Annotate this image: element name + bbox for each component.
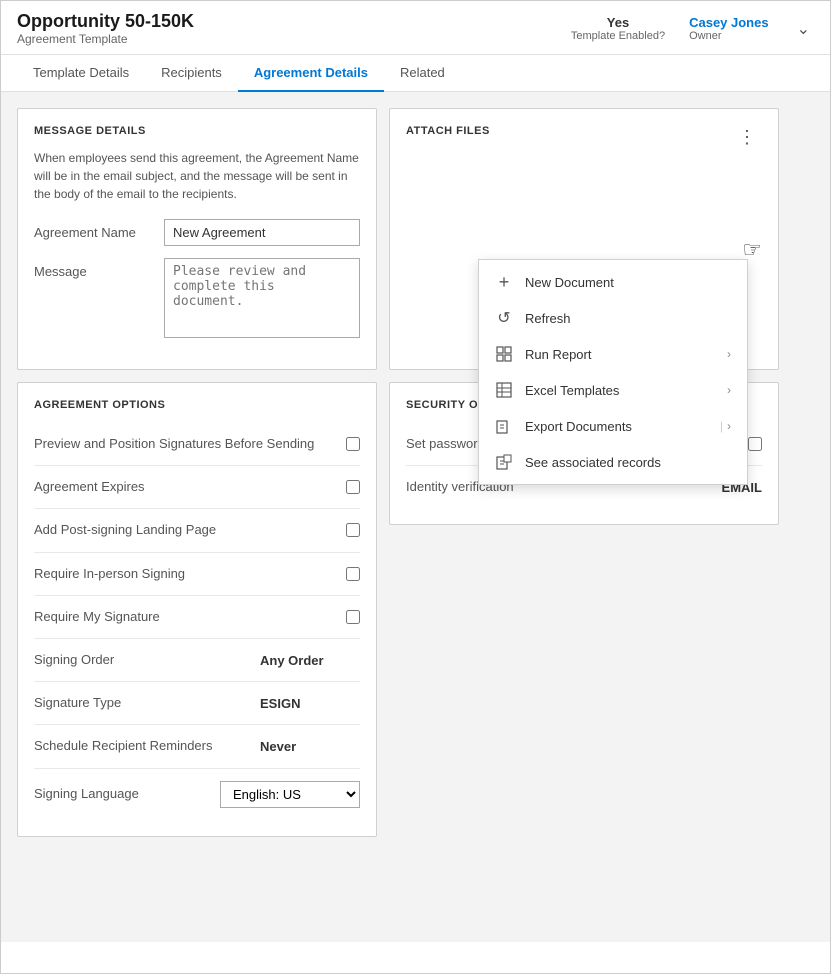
new-document-icon: + <box>495 273 513 291</box>
option-post-signing-checkbox[interactable] <box>346 523 360 537</box>
security-password-pdf-checkbox[interactable] <box>748 437 762 451</box>
agreement-name-row: Agreement Name <box>34 219 360 246</box>
agreement-name-field <box>164 219 360 246</box>
agreement-name-label: Agreement Name <box>34 219 164 240</box>
agreement-options-panel: AGREEMENT OPTIONS Preview and Position S… <box>17 382 377 837</box>
option-signing-order: Signing Order Any Order <box>34 639 360 682</box>
dropdown-item-export-documents[interactable]: Export Documents | › <box>479 408 747 444</box>
page-subtitle: Agreement Template <box>17 32 194 46</box>
option-preview-position: Preview and Position Signatures Before S… <box>34 423 360 466</box>
message-textarea[interactable] <box>164 258 360 338</box>
export-documents-icon <box>495 417 513 435</box>
run-report-label: Run Report <box>525 347 591 362</box>
template-enabled-label: Template Enabled? <box>571 30 665 42</box>
option-my-signature: Require My Signature <box>34 596 360 639</box>
message-row: Message <box>34 258 360 341</box>
excel-templates-chevron: › <box>727 383 731 397</box>
option-reminders: Schedule Recipient Reminders Never <box>34 725 360 768</box>
dropdown-item-excel-templates[interactable]: Excel Templates › <box>479 372 747 408</box>
page-header: Opportunity 50-150K Agreement Template Y… <box>1 1 830 55</box>
option-agreement-expires-checkbox[interactable] <box>346 480 360 494</box>
template-enabled-value: Yes <box>571 15 665 30</box>
option-agreement-expires: Agreement Expires <box>34 466 360 509</box>
attach-files-panel: ATTACH FILES ⋮ + New Document ↺ Refresh <box>389 108 779 370</box>
see-associated-label: See associated records <box>525 455 661 470</box>
option-signing-language: Signing Language English: US French Germ… <box>34 769 360 820</box>
option-in-person-checkbox[interactable] <box>346 567 360 581</box>
option-signature-type-value: ESIGN <box>260 696 360 711</box>
excel-templates-label: Excel Templates <box>525 383 619 398</box>
tab-recipients[interactable]: Recipients <box>145 55 238 92</box>
page-title: Opportunity 50-150K <box>17 11 194 32</box>
more-options-button[interactable]: ⋮ <box>732 126 762 148</box>
option-preview-position-label: Preview and Position Signatures Before S… <box>34 435 346 453</box>
export-divider: | <box>720 419 723 433</box>
tab-template-details[interactable]: Template Details <box>17 55 145 92</box>
option-agreement-expires-label: Agreement Expires <box>34 478 346 496</box>
option-signature-type: Signature Type ESIGN <box>34 682 360 725</box>
message-label: Message <box>34 258 164 279</box>
agreement-options-title: AGREEMENT OPTIONS <box>34 399 360 411</box>
owner-name[interactable]: Casey Jones <box>689 15 769 30</box>
tabs-bar: Template Details Recipients Agreement De… <box>1 55 830 92</box>
message-details-title: MESSAGE DETAILS <box>34 125 360 137</box>
option-post-signing-label: Add Post-signing Landing Page <box>34 521 346 539</box>
header-chevron-button[interactable]: ⌄ <box>793 15 814 43</box>
run-report-icon <box>495 345 513 363</box>
new-document-label: New Document <box>525 275 614 290</box>
agreement-name-input[interactable] <box>164 219 360 246</box>
dropdown-item-new-document[interactable]: + New Document <box>479 264 747 300</box>
message-details-panel: MESSAGE DETAILS When employees send this… <box>17 108 377 370</box>
option-in-person: Require In-person Signing <box>34 553 360 596</box>
tab-related[interactable]: Related <box>384 55 461 92</box>
header-right-section: Yes Template Enabled? Casey Jones Owner … <box>571 15 814 43</box>
option-signing-language-label: Signing Language <box>34 785 220 803</box>
owner-section: Casey Jones Owner <box>689 15 769 42</box>
option-my-signature-label: Require My Signature <box>34 608 346 626</box>
option-preview-position-checkbox[interactable] <box>346 437 360 451</box>
owner-label: Owner <box>689 30 769 42</box>
option-signing-language-select[interactable]: English: US French German Spanish <box>220 781 360 808</box>
dropdown-menu: + New Document ↺ Refresh <box>478 259 748 485</box>
option-signing-order-value: Any Order <box>260 653 360 668</box>
option-signing-order-label: Signing Order <box>34 651 260 669</box>
option-my-signature-checkbox[interactable] <box>346 610 360 624</box>
export-documents-chevron: › <box>727 419 731 433</box>
run-report-chevron: › <box>727 347 731 361</box>
main-content: MESSAGE DETAILS When employees send this… <box>1 92 830 942</box>
option-reminders-label: Schedule Recipient Reminders <box>34 737 260 755</box>
attach-files-title: ATTACH FILES <box>406 125 490 137</box>
dropdown-item-run-report[interactable]: Run Report › <box>479 336 747 372</box>
see-associated-icon <box>495 453 513 471</box>
export-documents-label: Export Documents <box>525 419 632 434</box>
attach-files-header: ATTACH FILES ⋮ <box>406 125 762 149</box>
refresh-icon: ↺ <box>495 309 513 327</box>
dropdown-item-see-associated[interactable]: See associated records <box>479 444 747 480</box>
header-title-section: Opportunity 50-150K Agreement Template <box>17 11 194 46</box>
option-signature-type-label: Signature Type <box>34 694 260 712</box>
excel-templates-icon <box>495 381 513 399</box>
message-description: When employees send this agreement, the … <box>34 149 360 203</box>
dropdown-item-refresh[interactable]: ↺ Refresh <box>479 300 747 336</box>
option-in-person-label: Require In-person Signing <box>34 565 346 583</box>
option-post-signing: Add Post-signing Landing Page <box>34 509 360 552</box>
tab-agreement-details[interactable]: Agreement Details <box>238 55 384 92</box>
option-reminders-value: Never <box>260 739 360 754</box>
refresh-label: Refresh <box>525 311 571 326</box>
message-field <box>164 258 360 341</box>
template-enabled-meta: Yes Template Enabled? <box>571 15 665 42</box>
